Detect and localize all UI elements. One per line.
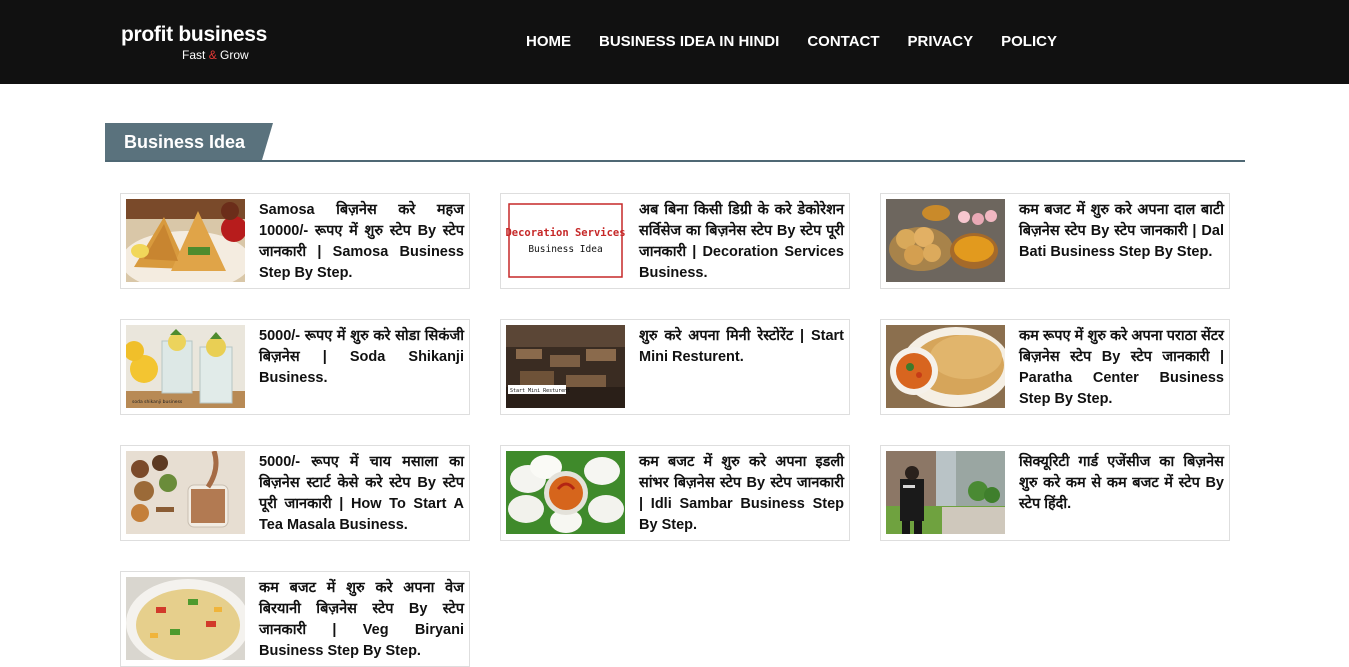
site-header: profit business Fast & Grow HOME BUSINES… <box>0 0 1349 84</box>
nav-home[interactable]: HOME <box>512 31 585 53</box>
soda-shikanji-image[interactable]: soda shikanji business <box>126 325 245 408</box>
veg-biryani-image[interactable] <box>126 577 245 660</box>
post-card[interactable]: कम रूपए में शुरु करे अपना पराठा सेंटर बि… <box>880 319 1230 415</box>
post-title[interactable]: कम रूपए में शुरु करे अपना पराठा सेंटर बि… <box>1019 326 1224 410</box>
nav-business-idea-in-hindi[interactable]: BUSINESS IDEA IN HINDI <box>585 31 793 53</box>
post-title[interactable]: सिक्यूरिटी गार्ड एजेंसीज का बिज़नेस शुरु… <box>1019 452 1224 515</box>
security-guard-image[interactable] <box>886 451 1005 534</box>
mini-restaurant-image[interactable]: Start Mini Resturent <box>506 325 625 408</box>
post-title[interactable]: कम बजट में शुरु करे अपना दाल बाटी बिज़ने… <box>1019 200 1224 263</box>
post-card[interactable]: सिक्यूरिटी गार्ड एजेंसीज का बिज़नेस शुरु… <box>880 445 1230 541</box>
section-title: Business Idea <box>105 123 273 160</box>
post-card[interactable]: कम बजट में शुरु करे अपना दाल बाटी बिज़ने… <box>880 193 1230 289</box>
nav-privacy[interactable]: PRIVACY <box>894 31 988 53</box>
post-card[interactable]: Samosa बिज़नेस करे महज 10000/- रूपए में … <box>120 193 470 289</box>
site-logo[interactable]: profit business Fast & Grow <box>121 22 268 62</box>
decoration-line-1: Decoration Services <box>506 227 625 239</box>
post-card[interactable]: Decoration Services Business Idea अब बिन… <box>500 193 850 289</box>
post-title[interactable]: Samosa बिज़नेस करे महज 10000/- रूपए में … <box>259 200 464 284</box>
post-card[interactable]: soda shikanji business 5000/- रूपए में श… <box>120 319 470 415</box>
soda-caption: soda shikanji business <box>132 399 183 405</box>
main-nav: HOME BUSINESS IDEA IN HINDI CONTACT PRIV… <box>512 31 1071 53</box>
post-title[interactable]: 5000/- रूपए में चाय मसाला का बिज़नेस स्ट… <box>259 452 464 536</box>
paratha-image[interactable] <box>886 325 1005 408</box>
decoration-line-2: Business Idea <box>528 244 602 255</box>
post-card[interactable]: Start Mini Resturent शुरु करे अपना मिनी … <box>500 319 850 415</box>
restaurant-caption: Start Mini Resturent <box>510 388 570 394</box>
nav-policy[interactable]: POLICY <box>987 31 1071 53</box>
nav-contact[interactable]: CONTACT <box>793 31 893 53</box>
post-title[interactable]: 5000/- रूपए में शुरु करे सोडा सिकंजी बिज… <box>259 326 464 389</box>
post-card[interactable]: कम बजट में शुरु करे अपना इडली सांभर बिज़… <box>500 445 850 541</box>
post-title[interactable]: कम बजट में शुरु करे अपना इडली सांभर बिज़… <box>639 452 844 536</box>
post-title[interactable]: कम बजट में शुरु करे अपना वेज बिरयानी बिज… <box>259 578 464 662</box>
post-card[interactable]: 5000/- रूपए में चाय मसाला का बिज़नेस स्ट… <box>120 445 470 541</box>
tea-masala-image[interactable] <box>126 451 245 534</box>
post-title[interactable]: शुरु करे अपना मिनी रेस्टोरेंट | Start Mi… <box>639 326 844 368</box>
samosa-image[interactable] <box>126 199 245 282</box>
idli-sambar-image[interactable] <box>506 451 625 534</box>
post-title[interactable]: अब बिना किसी डिग्री के करे डेकोरेशन सर्व… <box>639 200 844 284</box>
site-name: profit business <box>121 23 268 46</box>
dal-bati-image[interactable] <box>886 199 1005 282</box>
decoration-services-image[interactable]: Decoration Services Business Idea <box>506 199 625 282</box>
section-header: Business Idea <box>105 123 1245 162</box>
site-tagline: Fast & Grow <box>182 48 249 62</box>
